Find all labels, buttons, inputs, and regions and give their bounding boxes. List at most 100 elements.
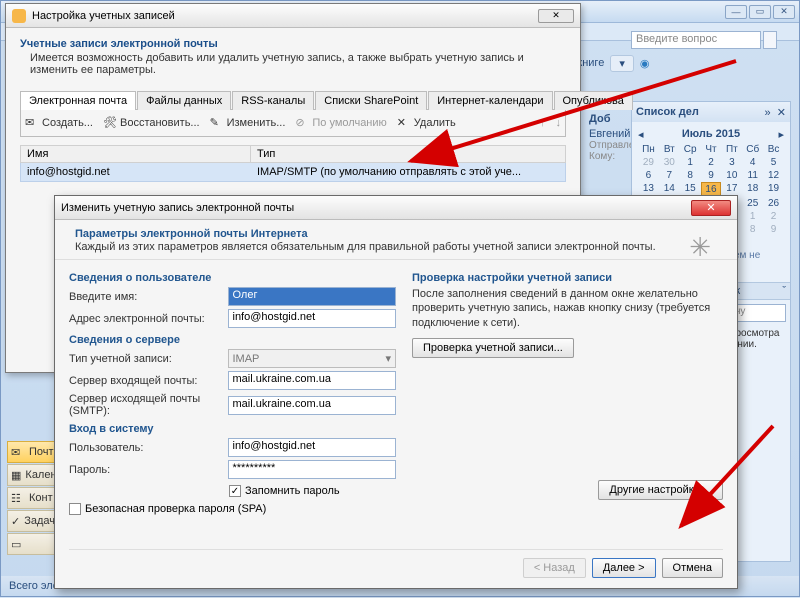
- restore-icon: 🛠: [103, 116, 117, 130]
- account-row[interactable]: info@hostgid.net IMAP/SMTP (по умолчанию…: [20, 163, 566, 182]
- order-chevron-icon[interactable]: ˇ: [782, 285, 786, 297]
- preview-to-label: Кому:: [589, 151, 635, 162]
- more-settings-button[interactable]: Другие настройки ...: [598, 480, 723, 500]
- cal-day[interactable]: 12: [763, 169, 784, 182]
- cal-day[interactable]: 26: [763, 197, 784, 210]
- cal-day[interactable]: 10: [721, 169, 742, 182]
- cal-day[interactable]: 4: [742, 156, 763, 169]
- remember-pass-checkbox[interactable]: ✓: [229, 485, 241, 497]
- cal-dow: Пн: [638, 143, 659, 156]
- cal-dow: Сб: [742, 143, 763, 156]
- message-preview: Fwd: Доб Евгений Отправлен Кому:: [589, 101, 635, 171]
- cal-day[interactable]: 8: [680, 169, 701, 182]
- nav-contacts[interactable]: ☷Конт: [7, 487, 59, 509]
- account-tab[interactable]: Электронная почта: [20, 91, 136, 110]
- edit-heading: Параметры электронной почты Интернета: [75, 228, 723, 240]
- nav-tasks[interactable]: ✓Задач: [7, 510, 59, 532]
- cal-day[interactable]: 30: [659, 156, 680, 169]
- cal-next-icon[interactable]: ▸: [778, 128, 784, 141]
- movedown-button: ↓: [556, 117, 562, 129]
- account-tab[interactable]: Файлы данных: [137, 91, 231, 110]
- dialog-heading: Учетные записи электронной почты: [20, 38, 566, 50]
- pass-label: Пароль:: [69, 464, 228, 476]
- cal-day[interactable]: 9: [701, 169, 722, 182]
- nav-more[interactable]: ▭: [7, 533, 59, 555]
- cal-day[interactable]: 2: [701, 156, 722, 169]
- delete-account-button[interactable]: ✕Удалить: [397, 116, 456, 130]
- help-search-input[interactable]: Введите вопрос: [631, 31, 761, 49]
- user-input[interactable]: info@hostgid.net: [228, 438, 397, 457]
- nav-mail[interactable]: ✉Почт: [7, 441, 59, 463]
- row-type: IMAP/SMTP (по умолчанию отправлять с это…: [251, 163, 527, 181]
- preview-sent-label: Отправлен: [589, 140, 635, 151]
- edit-account-button[interactable]: ✎Изменить...: [210, 116, 286, 130]
- chevron-down-icon: ▾: [385, 352, 391, 365]
- email-input[interactable]: info@hostgid.net: [228, 309, 397, 328]
- minimize-button[interactable]: —: [725, 5, 747, 19]
- cal-day[interactable]: 9: [763, 223, 784, 236]
- cal-month: Июль 2015: [682, 128, 740, 141]
- spa-checkbox[interactable]: [69, 503, 81, 515]
- cal-day[interactable]: 3: [721, 156, 742, 169]
- help-icon[interactable]: ◉: [640, 57, 650, 70]
- section-test: Проверка настройки учетной записи: [412, 272, 723, 284]
- incoming-input[interactable]: mail.ukraine.com.ua: [228, 371, 397, 390]
- cal-dow: Чт: [701, 143, 722, 156]
- cal-day[interactable]: 29: [638, 156, 659, 169]
- dialog-title: Настройка учетных записей: [32, 10, 175, 22]
- edit-dialog-close-button[interactable]: ✕: [691, 200, 731, 216]
- spa-label: Безопасная проверка пароля (SPA): [85, 503, 266, 515]
- edit-dialog-titlebar: Изменить учетную запись электронной почт…: [55, 196, 737, 220]
- account-tab[interactable]: Опубликова: [554, 91, 633, 110]
- edit-dialog-title: Изменить учетную запись электронной почт…: [61, 202, 294, 214]
- calendar-icon: ▦: [11, 469, 21, 481]
- nav-calendar[interactable]: ▦Кален: [7, 464, 59, 486]
- email-label: Адрес электронной почты:: [69, 313, 228, 325]
- cal-dow: Вт: [659, 143, 680, 156]
- cal-day[interactable]: 2: [763, 210, 784, 223]
- pass-input[interactable]: **********: [228, 460, 397, 479]
- mail-icon: ✉: [11, 446, 25, 458]
- cal-day[interactable]: 19: [763, 182, 784, 197]
- dialog-close-button[interactable]: ✕: [538, 9, 574, 23]
- account-tab[interactable]: RSS-каналы: [232, 91, 314, 110]
- cal-day[interactable]: 11: [742, 169, 763, 182]
- cal-day[interactable]: 1: [680, 156, 701, 169]
- todo-chevrons-icon[interactable]: » ✕: [765, 106, 786, 119]
- next-button[interactable]: Далее >: [592, 558, 656, 578]
- maximize-button[interactable]: ▭: [749, 5, 771, 19]
- name-input[interactable]: Олег: [228, 287, 397, 306]
- create-account-button[interactable]: ✉Создать...: [25, 116, 93, 130]
- account-tab[interactable]: Интернет-календари: [428, 91, 552, 110]
- cal-day[interactable]: 7: [659, 169, 680, 182]
- todo-title: Список дел: [636, 106, 699, 118]
- help-dropdown-icon[interactable]: [763, 31, 777, 49]
- cancel-button[interactable]: Отмена: [662, 558, 723, 578]
- restore-account-button[interactable]: 🛠Восстановить...: [103, 116, 200, 130]
- col-type[interactable]: Тип: [251, 146, 281, 162]
- cal-day[interactable]: 8: [742, 223, 763, 236]
- close-button[interactable]: ✕: [773, 5, 795, 19]
- contacts-icon: ☷: [11, 492, 25, 504]
- col-name[interactable]: Имя: [21, 146, 251, 162]
- test-account-button[interactable]: Проверка учетной записи...: [412, 338, 574, 358]
- section-login: Вход в систему: [69, 423, 396, 435]
- address-book-dropdown[interactable]: ▾: [610, 55, 634, 72]
- cal-day[interactable]: 1: [742, 210, 763, 223]
- cal-day[interactable]: 5: [763, 156, 784, 169]
- account-tab[interactable]: Списки SharePoint: [315, 91, 427, 110]
- wizard-footer: < Назад Далее > Отмена: [523, 558, 723, 578]
- outgoing-input[interactable]: mail.ukraine.com.ua: [228, 396, 397, 415]
- cal-day[interactable]: 6: [638, 169, 659, 182]
- todo-header: Список дел » ✕: [632, 102, 790, 122]
- moveup-button: ↑: [540, 117, 546, 129]
- delete-icon: ✕: [397, 116, 411, 130]
- cal-day[interactable]: 25: [742, 197, 763, 210]
- new-icon: ✉: [25, 116, 39, 130]
- cal-dow: Ср: [680, 143, 701, 156]
- cursor-click-icon: ✳: [689, 232, 711, 263]
- cal-day[interactable]: 18: [742, 182, 763, 197]
- cal-prev-icon[interactable]: ◂: [638, 128, 644, 141]
- cal-dow: Вс: [763, 143, 784, 156]
- section-user-info: Сведения о пользователе: [69, 272, 396, 284]
